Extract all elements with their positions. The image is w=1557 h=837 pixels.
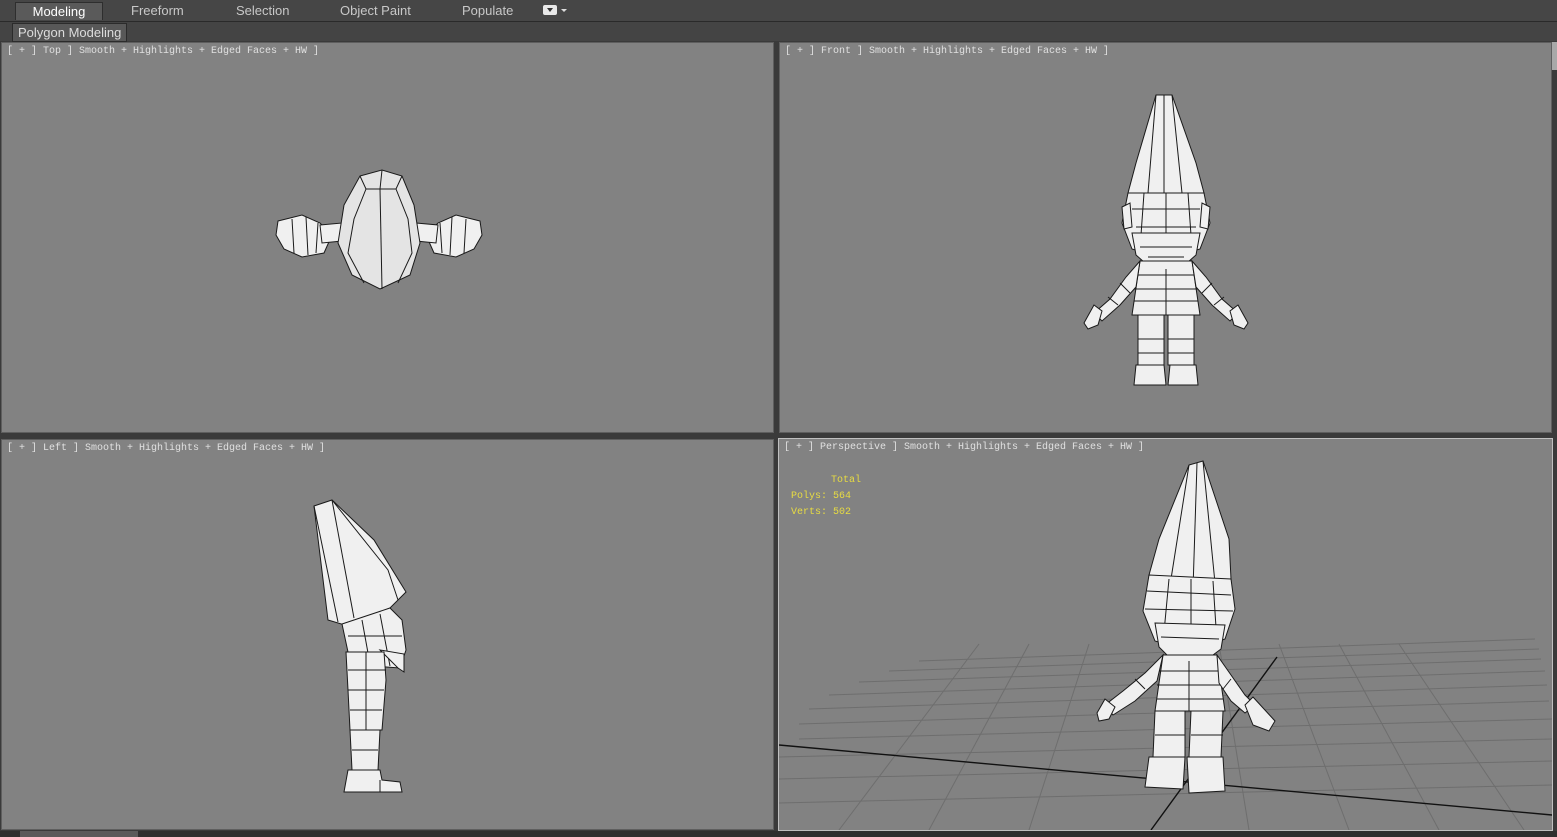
viewport-perspective[interactable]: [ + ] Perspective ] Smooth + Highlights … bbox=[778, 438, 1553, 831]
viewport-left[interactable]: [ + ] Left ] Smooth + Highlights + Edged… bbox=[1, 439, 774, 830]
chevron-down-icon bbox=[561, 9, 567, 12]
ribbon-options-dropdown[interactable] bbox=[543, 5, 567, 17]
tab-modeling[interactable]: Modeling bbox=[15, 2, 103, 20]
gnome-model-perspective bbox=[1096, 460, 1276, 794]
gnome-model-side-view bbox=[313, 499, 407, 793]
ribbon-panel: Polygon Modeling bbox=[0, 22, 1557, 42]
status-bar bbox=[0, 831, 1557, 837]
tab-freeform[interactable]: Freeform bbox=[131, 2, 184, 20]
dropdown-icon bbox=[543, 5, 557, 15]
gnome-model-top-view bbox=[275, 169, 483, 290]
viewport-top[interactable]: [ + ] Top ] Smooth + Highlights + Edged … bbox=[1, 42, 774, 433]
polygon-modeling-button[interactable]: Polygon Modeling bbox=[12, 23, 128, 42]
viewport-front[interactable]: [ + ] Front ] Smooth + Highlights + Edge… bbox=[779, 42, 1552, 433]
tab-selection[interactable]: Selection bbox=[236, 2, 289, 20]
ribbon-tab-bar: Modeling Freeform Selection Object Paint… bbox=[0, 0, 1557, 22]
time-slider[interactable] bbox=[20, 831, 138, 837]
gnome-model-front-view bbox=[1083, 94, 1249, 386]
tab-object-paint[interactable]: Object Paint bbox=[340, 2, 411, 20]
tab-populate[interactable]: Populate bbox=[462, 2, 513, 20]
perspective-scene bbox=[779, 460, 1552, 830]
